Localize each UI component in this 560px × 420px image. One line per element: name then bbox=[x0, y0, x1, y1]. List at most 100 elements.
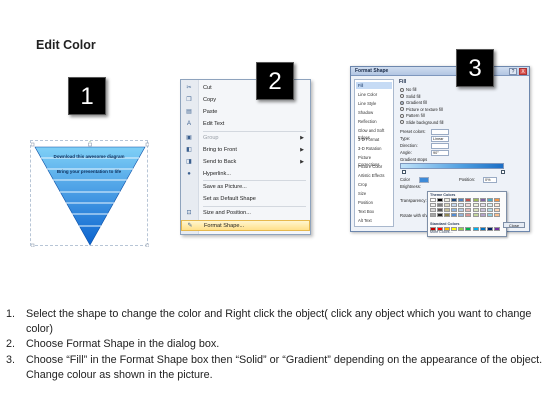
category-crop[interactable]: Crop bbox=[356, 181, 392, 188]
color-swatch[interactable] bbox=[493, 198, 500, 202]
fill-option-pattern-fill[interactable]: Pattern fill bbox=[400, 113, 425, 119]
color-palette-dropdown[interactable]: Theme Colors Standard Colors More Colors… bbox=[427, 191, 507, 237]
color-swatch[interactable] bbox=[458, 213, 465, 217]
color-swatch[interactable] bbox=[451, 213, 458, 217]
category-list[interactable]: Fill Line Color Line Style Shadow Reflection… bbox=[354, 79, 394, 227]
color-swatch[interactable] bbox=[472, 227, 479, 231]
category-shadow[interactable]: Shadow bbox=[356, 109, 392, 116]
color-swatch[interactable] bbox=[437, 203, 444, 207]
category-line-style[interactable]: Line Style bbox=[356, 100, 392, 107]
radio-icon[interactable] bbox=[400, 107, 404, 112]
help-button[interactable]: ? bbox=[509, 68, 517, 75]
menu-item-size-and-position[interactable]: ⊡ Size and Position... bbox=[181, 208, 310, 219]
color-swatch[interactable] bbox=[451, 203, 458, 207]
color-swatch[interactable] bbox=[444, 213, 451, 217]
color-swatch[interactable] bbox=[472, 208, 479, 212]
radio-icon[interactable] bbox=[400, 113, 404, 118]
color-swatch[interactable] bbox=[486, 227, 493, 231]
color-swatch[interactable] bbox=[472, 198, 479, 202]
menu-item-hyperlink[interactable]: ● Hyperlink... bbox=[181, 169, 310, 180]
color-swatch[interactable] bbox=[479, 208, 486, 212]
color-swatch[interactable] bbox=[430, 213, 436, 217]
color-swatch[interactable] bbox=[486, 203, 493, 207]
fill-option-picture-or-texture-fill[interactable]: Picture or texture fill bbox=[400, 107, 443, 113]
category-3-d-rotation[interactable]: 3-D Rotation bbox=[356, 145, 392, 152]
color-swatch[interactable] bbox=[465, 213, 472, 217]
close-button[interactable]: Close bbox=[503, 222, 525, 228]
menu-item-set-as-default-shape[interactable]: Set as Default Shape bbox=[181, 194, 310, 205]
gradient-stop-handle[interactable] bbox=[402, 170, 406, 174]
color-swatch[interactable] bbox=[458, 198, 465, 202]
color-swatch[interactable] bbox=[493, 227, 500, 231]
color-swatch[interactable] bbox=[430, 198, 436, 202]
category-alt-text[interactable]: Alt Text bbox=[356, 217, 392, 224]
fill-option-solid-fill[interactable]: Solid fill bbox=[400, 94, 420, 100]
color-swatch[interactable] bbox=[444, 198, 451, 202]
category-picture-corrections[interactable]: Picture Corrections bbox=[356, 154, 392, 167]
position-field[interactable]: 0% bbox=[483, 177, 497, 183]
context-menu[interactable]: ✂ Cut ❐ Copy ▤ Paste A Edit Text ▣ Group ▶ ◧ Bring t… bbox=[180, 79, 311, 235]
menu-item-bring-to-front[interactable]: ◧ Bring to Front ▶ bbox=[181, 145, 310, 156]
radio-icon[interactable] bbox=[400, 100, 404, 105]
color-swatch[interactable] bbox=[479, 198, 486, 202]
color-swatch[interactable] bbox=[451, 198, 458, 202]
category-line-color[interactable]: Line Color bbox=[356, 91, 392, 98]
color-swatch[interactable] bbox=[486, 208, 493, 212]
close-icon[interactable]: X bbox=[519, 68, 527, 75]
field-type[interactable]: Linear bbox=[431, 136, 449, 142]
color-swatch[interactable] bbox=[486, 198, 493, 202]
menu-item-format-shape[interactable]: ✎ Format Shape... bbox=[181, 219, 310, 231]
color-swatch[interactable] bbox=[430, 203, 436, 207]
color-swatch[interactable] bbox=[465, 227, 472, 231]
fill-option-gradient-fill[interactable]: Gradient fill bbox=[400, 100, 427, 106]
color-swatch[interactable] bbox=[437, 213, 444, 217]
color-swatch[interactable] bbox=[479, 227, 486, 231]
color-swatch[interactable] bbox=[451, 208, 458, 212]
triangle-diagram-panel[interactable]: Download this awesome diagram Bring your… bbox=[30, 140, 149, 247]
category-reflection[interactable]: Reflection bbox=[356, 118, 392, 125]
menu-item-paste[interactable]: ▤ Paste bbox=[181, 107, 310, 118]
color-swatch[interactable] bbox=[444, 208, 451, 212]
radio-icon[interactable] bbox=[400, 87, 404, 92]
color-swatch[interactable] bbox=[493, 203, 500, 207]
category-position[interactable]: Position bbox=[356, 199, 392, 206]
category-artistic-effects[interactable]: Artistic Effects bbox=[356, 172, 392, 179]
category-size[interactable]: Size bbox=[356, 190, 392, 197]
color-swatch[interactable] bbox=[472, 203, 479, 207]
color-swatch[interactable] bbox=[444, 203, 451, 207]
color-swatch[interactable] bbox=[437, 198, 444, 202]
menu-item-edit-text[interactable]: A Edit Text bbox=[181, 119, 310, 130]
radio-icon[interactable] bbox=[400, 94, 404, 99]
color-swatch[interactable] bbox=[465, 198, 472, 202]
menu-item-save-as-picture[interactable]: Save as Picture... bbox=[181, 182, 310, 193]
color-swatch[interactable] bbox=[479, 203, 486, 207]
color-swatch[interactable] bbox=[493, 208, 500, 212]
category-fill[interactable]: Fill bbox=[356, 82, 392, 90]
menu-item-send-to-back[interactable]: ◨ Send to Back ▶ bbox=[181, 157, 310, 168]
more-colors-link[interactable]: More Colors... bbox=[430, 230, 453, 234]
color-picker-button[interactable] bbox=[419, 177, 429, 183]
gradient-stops-bar[interactable] bbox=[400, 163, 504, 169]
color-swatch[interactable] bbox=[472, 213, 479, 217]
field-direction[interactable] bbox=[431, 143, 449, 149]
field-preset-colors[interactable] bbox=[431, 129, 449, 135]
color-swatch[interactable] bbox=[458, 227, 465, 231]
gradient-stop-handle[interactable] bbox=[501, 170, 505, 174]
color-swatch[interactable] bbox=[493, 213, 500, 217]
color-swatch[interactable] bbox=[465, 208, 472, 212]
field-angle[interactable]: 90° bbox=[431, 150, 449, 156]
category-text-box[interactable]: Text Box bbox=[356, 208, 392, 215]
color-swatch[interactable] bbox=[458, 203, 465, 207]
dialog-titlebar[interactable]: Format Shape ? X bbox=[351, 67, 529, 76]
category-picture-color[interactable]: Picture Color bbox=[356, 163, 392, 170]
color-swatch[interactable] bbox=[465, 203, 472, 207]
color-swatch[interactable] bbox=[486, 213, 493, 217]
fill-option-no-fill[interactable]: No fill bbox=[400, 87, 416, 93]
category-3-d-format[interactable]: 3-D Format bbox=[356, 136, 392, 143]
radio-icon[interactable] bbox=[400, 120, 404, 125]
color-swatch[interactable] bbox=[458, 208, 465, 212]
color-swatch[interactable] bbox=[479, 213, 486, 217]
category-glow-and-soft-edges[interactable]: Glow and Soft Edges bbox=[356, 127, 392, 140]
color-swatch[interactable] bbox=[430, 208, 436, 212]
fill-option-slide-background-fill[interactable]: Slide background fill bbox=[400, 120, 443, 126]
